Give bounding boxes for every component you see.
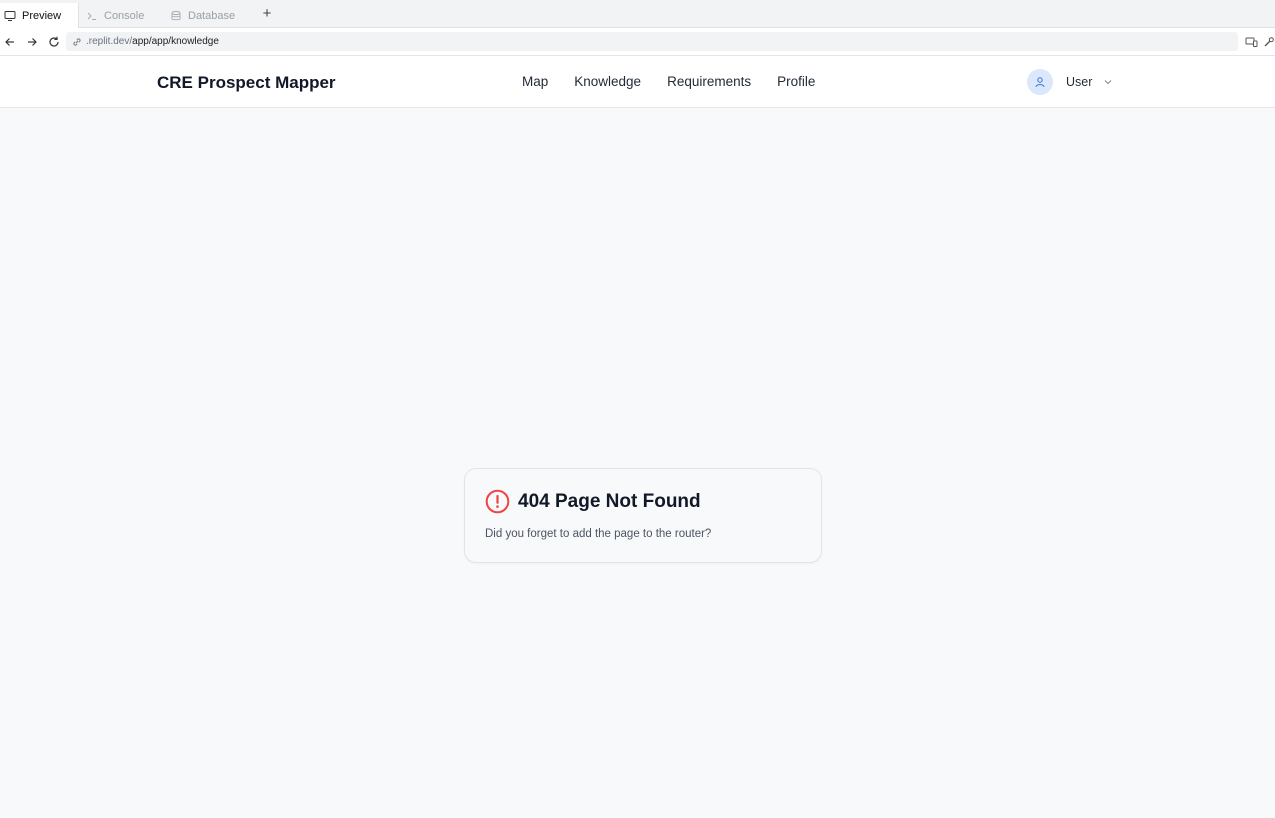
terminal-icon xyxy=(87,12,96,20)
not-found-heading: 404 Page Not Found xyxy=(485,489,701,514)
user-icon xyxy=(1035,77,1045,88)
page-title: 404 Page Not Found xyxy=(518,490,701,512)
reload-icon xyxy=(49,36,59,47)
wrench-icon xyxy=(1264,37,1274,47)
url-host: .replit.dev/ xyxy=(86,36,133,47)
user-menu-button[interactable]: User xyxy=(1027,69,1113,95)
back-button[interactable] xyxy=(2,34,18,50)
tab-label: Preview xyxy=(22,9,62,22)
nav-item-requirements[interactable]: Requirements xyxy=(667,74,751,89)
arrow-left-icon xyxy=(5,38,14,46)
tab-label: Database xyxy=(188,9,236,22)
arrow-right-icon xyxy=(28,38,37,46)
avatar xyxy=(1027,69,1053,95)
chevron-down-icon xyxy=(1103,77,1113,87)
alert-circle-icon xyxy=(485,489,510,514)
main-nav: Map Knowledge Requirements Profile xyxy=(522,74,815,89)
browser-tab-strip: Preview Console Database + xyxy=(0,0,1275,28)
devtools-button[interactable] xyxy=(1262,35,1275,49)
reload-button[interactable] xyxy=(46,34,62,50)
app-header: CRE Prospect Mapper Map Knowledge Requir… xyxy=(0,56,1275,108)
not-found-message: Did you forget to add the page to the ro… xyxy=(485,528,712,540)
url-field[interactable]: .replit.dev/app/app/knowledge xyxy=(66,32,1238,51)
tab-label: Console xyxy=(104,9,145,22)
devices-icon xyxy=(1245,37,1257,47)
devices-button[interactable] xyxy=(1244,35,1258,49)
database-icon xyxy=(171,10,181,20)
nav-item-map[interactable]: Map xyxy=(522,74,548,89)
monitor-icon xyxy=(4,10,16,21)
tab-database[interactable]: Database xyxy=(166,3,254,28)
not-found-card: 404 Page Not Found Did you forget to add… xyxy=(464,468,822,563)
tab-console[interactable]: Console xyxy=(82,3,162,28)
nav-item-profile[interactable]: Profile xyxy=(777,74,815,89)
address-bar-row: .replit.dev/app/app/knowledge xyxy=(0,28,1275,56)
user-name: User xyxy=(1066,75,1093,89)
url-path: app/app/knowledge xyxy=(132,36,219,47)
tab-preview[interactable]: Preview xyxy=(0,3,79,28)
app-brand[interactable]: CRE Prospect Mapper xyxy=(157,73,336,93)
new-tab-button[interactable]: + xyxy=(258,5,276,23)
link-icon xyxy=(73,37,81,46)
nav-item-knowledge[interactable]: Knowledge xyxy=(574,74,641,89)
forward-button[interactable] xyxy=(24,34,40,50)
